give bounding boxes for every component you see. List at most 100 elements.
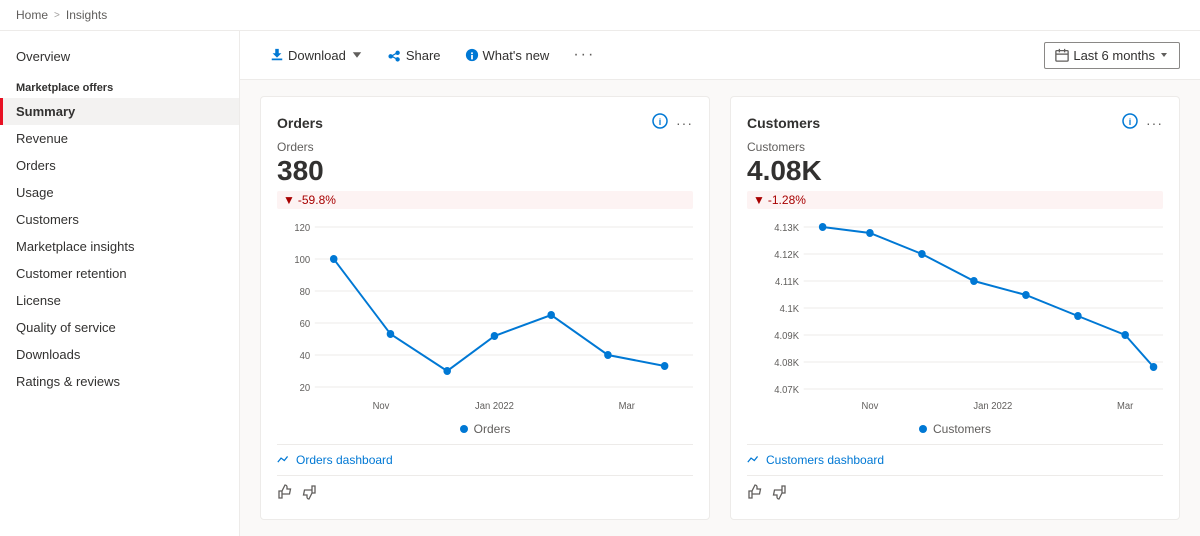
- sidebar-item-license[interactable]: License: [0, 287, 239, 314]
- sidebar-item-orders[interactable]: Orders: [0, 152, 239, 179]
- customers-legend-label: Customers: [933, 422, 991, 436]
- sidebar-item-marketplace-insights[interactable]: Marketplace insights: [0, 233, 239, 260]
- customers-chart: 4.13K 4.12K 4.11K 4.1K 4.09K 4.08K 4.07K: [747, 217, 1163, 418]
- svg-text:80: 80: [300, 287, 311, 298]
- orders-card: Orders i ··· Orders 380 ▼: [260, 96, 710, 520]
- customers-metric-value: 4.08K: [747, 156, 1163, 187]
- svg-text:4.07K: 4.07K: [774, 385, 799, 396]
- customers-card-header: Customers i ···: [747, 113, 1163, 132]
- orders-chart: 120 100 80 60 40 20: [277, 217, 693, 418]
- sidebar-item-ratings-reviews[interactable]: Ratings & reviews: [0, 368, 239, 395]
- main-layout: Overview Marketplace offers Summary Reve…: [0, 31, 1200, 536]
- customers-info-button[interactable]: i: [1122, 113, 1138, 132]
- cards-area: Orders i ··· Orders 380 ▼: [240, 80, 1200, 536]
- customers-change-badge: ▼ -1.28%: [747, 191, 1163, 209]
- svg-text:4.08K: 4.08K: [774, 358, 799, 369]
- orders-more-icon: ···: [676, 115, 693, 131]
- download-icon: [270, 48, 284, 62]
- svg-text:4.11K: 4.11K: [775, 277, 799, 288]
- svg-text:4.12K: 4.12K: [774, 250, 799, 261]
- sidebar: Overview Marketplace offers Summary Reve…: [0, 31, 240, 536]
- toolbar: Download Share What's new ··· Last 6 mon…: [240, 31, 1200, 80]
- orders-feedback: [277, 475, 693, 503]
- date-filter-label: Last 6 months: [1073, 48, 1155, 63]
- orders-thumbs-up-button[interactable]: [277, 484, 293, 503]
- customers-dashboard-link[interactable]: Customers dashboard: [747, 444, 1163, 471]
- orders-card-title: Orders: [277, 115, 323, 131]
- customers-chart-svg: 4.13K 4.12K 4.11K 4.1K 4.09K 4.08K 4.07K: [747, 217, 1163, 417]
- sidebar-item-overview[interactable]: Overview: [0, 43, 239, 70]
- svg-text:i: i: [1129, 117, 1132, 127]
- date-filter-chevron-icon: [1159, 50, 1169, 60]
- customers-feedback: [747, 475, 1163, 503]
- breadcrumb-separator: >: [54, 10, 60, 21]
- svg-text:4.09K: 4.09K: [774, 331, 799, 342]
- orders-dashboard-link[interactable]: Orders dashboard: [277, 444, 693, 471]
- sidebar-item-customer-retention[interactable]: Customer retention: [0, 260, 239, 287]
- breadcrumb-home[interactable]: Home: [16, 8, 48, 22]
- customers-thumbs-down-button[interactable]: [771, 484, 787, 503]
- orders-thumbs-down-button[interactable]: [301, 484, 317, 503]
- orders-change-value: -59.8%: [298, 193, 336, 207]
- info-icon: i: [652, 113, 668, 129]
- svg-text:4.1K: 4.1K: [780, 304, 800, 315]
- customers-info-icon: i: [1122, 113, 1138, 129]
- orders-card-icons: i ···: [652, 113, 693, 132]
- share-label: Share: [406, 48, 441, 63]
- customers-thumbs-up-button[interactable]: [747, 484, 763, 503]
- customers-dashboard-link-label: Customers dashboard: [766, 453, 884, 467]
- orders-metric-value: 380: [277, 156, 693, 187]
- download-button[interactable]: Download: [260, 43, 374, 68]
- content-area: Download Share What's new ··· Last 6 mon…: [240, 31, 1200, 536]
- svg-text:Mar: Mar: [619, 401, 636, 412]
- customers-thumbs-down-icon: [771, 484, 787, 500]
- customers-card-title: Customers: [747, 115, 820, 131]
- download-label: Download: [288, 48, 346, 63]
- share-icon: [388, 48, 402, 62]
- sidebar-item-revenue[interactable]: Revenue: [0, 125, 239, 152]
- orders-legend-dot: [460, 425, 468, 433]
- svg-text:Nov: Nov: [862, 401, 879, 412]
- sidebar-item-downloads[interactable]: Downloads: [0, 341, 239, 368]
- sidebar-item-usage[interactable]: Usage: [0, 179, 239, 206]
- svg-text:4.13K: 4.13K: [774, 223, 799, 234]
- customers-thumbs-up-icon: [747, 484, 763, 500]
- orders-change-badge: ▼ -59.8%: [277, 191, 693, 209]
- whats-new-button[interactable]: What's new: [455, 43, 560, 68]
- breadcrumb: Home > Insights: [0, 0, 1200, 31]
- orders-metric-label: Orders: [277, 140, 693, 154]
- svg-text:120: 120: [294, 223, 310, 234]
- customers-legend-dot: [919, 425, 927, 433]
- svg-text:40: 40: [300, 351, 311, 362]
- sidebar-section-label: Marketplace offers: [0, 70, 239, 98]
- orders-chart-svg: 120 100 80 60 40 20: [277, 217, 693, 417]
- share-button[interactable]: Share: [378, 43, 451, 68]
- download-chevron-icon: [350, 48, 364, 62]
- customers-more-button[interactable]: ···: [1146, 115, 1163, 131]
- customers-card: Customers i ··· Customers 4.08K: [730, 96, 1180, 520]
- more-button[interactable]: ···: [563, 41, 605, 69]
- customers-chart-legend: Customers: [747, 422, 1163, 436]
- calendar-icon: [1055, 48, 1069, 62]
- breadcrumb-current: Insights: [66, 8, 107, 22]
- thumbs-up-icon: [277, 484, 293, 500]
- svg-text:i: i: [659, 117, 662, 127]
- customers-more-icon: ···: [1146, 115, 1163, 131]
- sidebar-item-summary[interactable]: Summary: [0, 98, 239, 125]
- svg-text:Nov: Nov: [373, 401, 390, 412]
- orders-change-arrow: ▼: [283, 193, 295, 207]
- orders-more-button[interactable]: ···: [676, 115, 693, 131]
- orders-info-button[interactable]: i: [652, 113, 668, 132]
- svg-text:Jan 2022: Jan 2022: [973, 401, 1012, 412]
- date-filter-button[interactable]: Last 6 months: [1044, 42, 1180, 69]
- customers-card-icons: i ···: [1122, 113, 1163, 132]
- sidebar-item-quality-of-service[interactable]: Quality of service: [0, 314, 239, 341]
- sidebar-item-customers[interactable]: Customers: [0, 206, 239, 233]
- more-icon: ···: [573, 46, 595, 64]
- customers-metric-label: Customers: [747, 140, 1163, 154]
- orders-dashboard-icon: [277, 454, 290, 467]
- orders-chart-legend: Orders: [277, 422, 693, 436]
- svg-text:Jan 2022: Jan 2022: [475, 401, 514, 412]
- customers-change-arrow: ▼: [753, 193, 765, 207]
- svg-text:100: 100: [294, 255, 310, 266]
